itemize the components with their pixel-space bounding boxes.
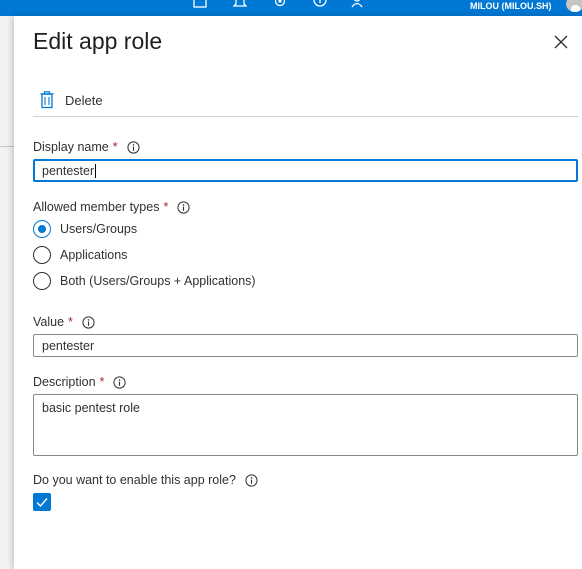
display-name-label: Display name	[33, 140, 109, 154]
toolbar-divider	[33, 116, 578, 117]
member-types-label: Allowed member types	[33, 200, 160, 214]
display-name-value: pentester	[42, 163, 95, 178]
description-label: Description	[33, 375, 96, 389]
radio-label: Both (Users/Groups + Applications)	[60, 274, 256, 288]
info-icon[interactable]	[82, 315, 95, 329]
radio-users-groups[interactable]: Users/Groups	[33, 219, 137, 239]
help-icon[interactable]	[313, 0, 327, 8]
radio-label: Users/Groups	[60, 222, 138, 236]
description-textarea[interactable]: basic pentest role	[33, 394, 578, 456]
info-icon[interactable]	[177, 200, 190, 214]
required-marker: *	[99, 375, 105, 389]
required-marker: *	[163, 200, 169, 214]
panel-title: Edit app role	[33, 28, 163, 54]
display-name-label-row: Display name *	[33, 140, 140, 154]
background-divider	[0, 146, 14, 147]
text-caret	[95, 163, 97, 178]
checkmark-icon	[36, 498, 48, 508]
value-label: Value	[33, 315, 65, 329]
info-icon[interactable]	[127, 140, 140, 154]
trash-icon	[39, 91, 55, 109]
enable-app-role-label: Do you want to enable this app role?	[33, 473, 236, 487]
info-icon[interactable]	[113, 375, 127, 389]
required-marker: *	[68, 315, 73, 329]
portal-top-bar: MILOU (MILOU.SH)	[0, 0, 582, 16]
radio-unselected-icon	[33, 272, 51, 290]
notifications-icon[interactable]	[233, 0, 247, 8]
close-icon[interactable]	[553, 34, 569, 50]
value-label-row: Value *	[33, 315, 95, 329]
display-name-input[interactable]: pentester	[33, 159, 578, 182]
delete-button[interactable]: Delete	[39, 89, 103, 111]
delete-button-label: Delete	[65, 92, 103, 108]
value-input[interactable]: pentester	[33, 334, 578, 357]
cloud-shell-icon[interactable]	[193, 0, 207, 8]
account-name[interactable]: MILOU (MILOU.SH)	[470, 1, 552, 11]
background-page	[0, 16, 14, 569]
enable-app-role-checkbox[interactable]	[33, 493, 51, 511]
radio-both[interactable]: Both (Users/Groups + Applications)	[33, 271, 256, 291]
enable-label-row: Do you want to enable this app role?	[33, 473, 258, 487]
settings-icon[interactable]	[273, 0, 287, 8]
radio-selected-icon	[33, 220, 51, 238]
value-input-text: pentester	[42, 338, 95, 353]
description-label-row: Description *	[33, 375, 127, 389]
feedback-icon[interactable]	[350, 0, 364, 8]
avatar[interactable]	[566, 0, 582, 12]
radio-label: Applications	[60, 248, 128, 262]
required-marker: *	[112, 140, 118, 154]
member-types-label-row: Allowed member types *	[33, 200, 190, 214]
radio-unselected-icon	[33, 246, 51, 264]
edit-app-role-panel: Edit app role Delete Display name * pent…	[14, 16, 582, 569]
description-text: basic pentest role	[42, 401, 140, 415]
info-icon[interactable]	[245, 473, 258, 487]
radio-applications[interactable]: Applications	[33, 245, 127, 265]
